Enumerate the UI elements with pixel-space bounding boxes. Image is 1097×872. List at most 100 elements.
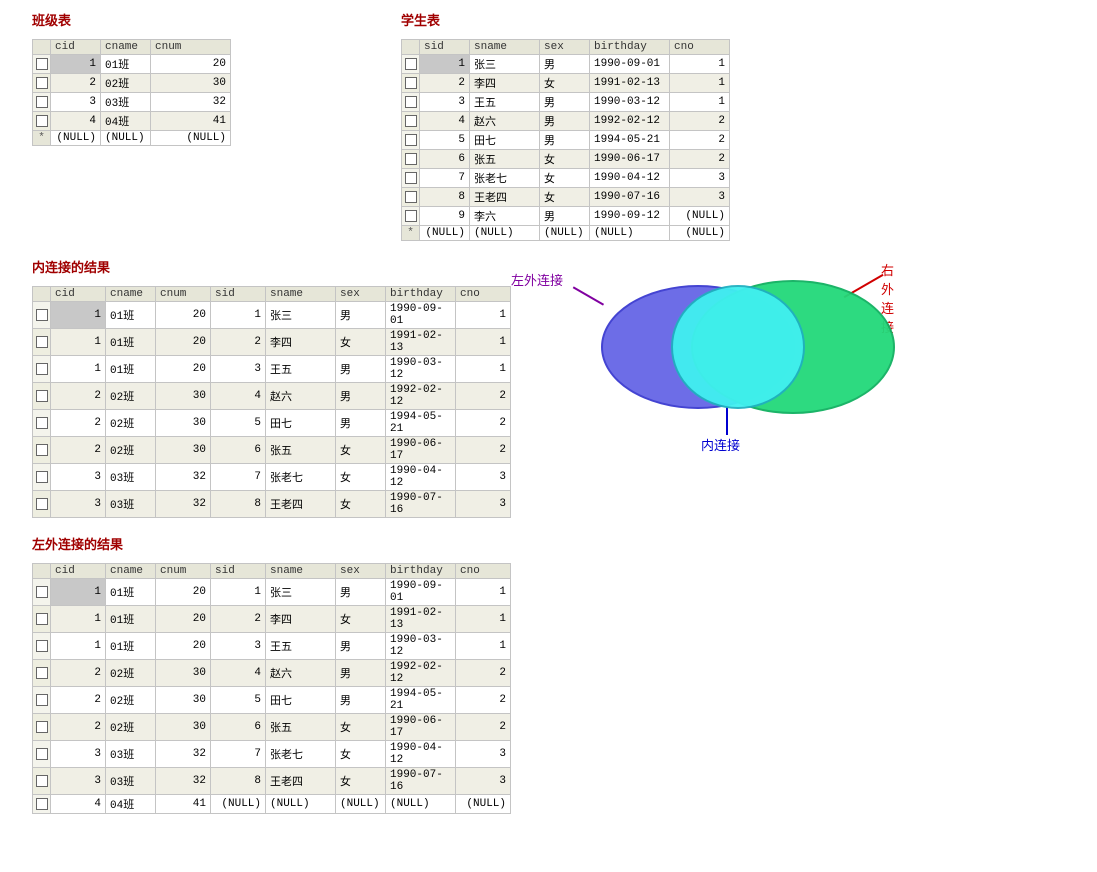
- row-checkbox[interactable]: [33, 74, 51, 93]
- table-row[interactable]: 303班32: [33, 93, 231, 112]
- cell-cnum: 30: [156, 437, 211, 464]
- cell-birthday: 1992-02-12: [386, 383, 456, 410]
- checkbox-icon: [36, 798, 48, 810]
- table-row[interactable]: 202班306张五女1990-06-172: [33, 714, 511, 741]
- table-row[interactable]: 202班305田七男1994-05-212: [33, 410, 511, 437]
- row-checkbox[interactable]: [402, 112, 420, 131]
- table-row[interactable]: 303班327张老七女1990-04-123: [33, 464, 511, 491]
- row-checkbox[interactable]: [33, 633, 51, 660]
- row-checkbox[interactable]: [33, 302, 51, 329]
- table-row[interactable]: 7张老七女1990-04-123: [402, 169, 730, 188]
- row-checkbox[interactable]: [33, 464, 51, 491]
- table-row[interactable]: 202班304赵六男1992-02-122: [33, 383, 511, 410]
- cell-sex: 男: [336, 383, 386, 410]
- row-checkbox[interactable]: [402, 55, 420, 74]
- checkbox-icon: [36, 115, 48, 127]
- cell-cid: 3: [51, 741, 106, 768]
- cell-cname: 01班: [106, 579, 156, 606]
- new-row-marker[interactable]: *: [402, 226, 420, 241]
- cell-cnum: 30: [156, 660, 211, 687]
- table-row[interactable]: 8王老四女1990-07-163: [402, 188, 730, 207]
- cell-cno: 3: [456, 491, 511, 518]
- row-checkbox[interactable]: [33, 491, 51, 518]
- table-row[interactable]: 4赵六男1992-02-122: [402, 112, 730, 131]
- new-row-marker[interactable]: *: [33, 131, 51, 146]
- cell-birthday: 1990-07-16: [386, 491, 456, 518]
- column-header: sid: [211, 564, 266, 579]
- row-checkbox[interactable]: [33, 329, 51, 356]
- table-row[interactable]: 303班328王老四女1990-07-163: [33, 768, 511, 795]
- row-checkbox[interactable]: [402, 131, 420, 150]
- row-checkbox[interactable]: [33, 579, 51, 606]
- table-row[interactable]: 1张三男1990-09-011: [402, 55, 730, 74]
- class-table-section: 班级表 cidcnamecnum101班20202班30303班32404班41…: [32, 8, 231, 241]
- cell-cno: 1: [670, 74, 730, 93]
- table-row[interactable]: 3王五男1990-03-121: [402, 93, 730, 112]
- table-row[interactable]: 5田七男1994-05-212: [402, 131, 730, 150]
- cell-cno: 2: [456, 410, 511, 437]
- cell-cno: 2: [670, 131, 730, 150]
- cell-sex: 男: [336, 410, 386, 437]
- cell-sid: 2: [211, 606, 266, 633]
- cell-birthday: 1990-09-01: [386, 579, 456, 606]
- table-row[interactable]: 303班327张老七女1990-04-123: [33, 741, 511, 768]
- table-row[interactable]: 101班20: [33, 55, 231, 74]
- cell-cid: 1: [51, 55, 101, 74]
- row-checkbox[interactable]: [33, 606, 51, 633]
- cell-birthday: 1990-03-12: [386, 633, 456, 660]
- row-checkbox[interactable]: [33, 383, 51, 410]
- row-checkbox[interactable]: [402, 169, 420, 188]
- table-row[interactable]: 202班304赵六男1992-02-122: [33, 660, 511, 687]
- cell-cno: 2: [456, 687, 511, 714]
- cell-cnum: 41: [156, 795, 211, 814]
- row-checkbox[interactable]: [33, 55, 51, 74]
- row-checkbox[interactable]: [33, 410, 51, 437]
- row-checkbox[interactable]: [402, 150, 420, 169]
- table-row[interactable]: 202班30: [33, 74, 231, 93]
- null-row[interactable]: *(NULL)(NULL)(NULL)(NULL)(NULL): [402, 226, 730, 241]
- cell-sex: 女: [336, 491, 386, 518]
- table-row[interactable]: 6张五女1990-06-172: [402, 150, 730, 169]
- row-checkbox[interactable]: [33, 660, 51, 687]
- row-checkbox[interactable]: [33, 93, 51, 112]
- checkbox-icon: [36, 640, 48, 652]
- row-checkbox[interactable]: [402, 93, 420, 112]
- table-row[interactable]: 101班201张三男1990-09-011: [33, 579, 511, 606]
- row-checkbox[interactable]: [402, 207, 420, 226]
- table-row[interactable]: 202班306张五女1990-06-172: [33, 437, 511, 464]
- row-checkbox[interactable]: [33, 437, 51, 464]
- row-checkbox[interactable]: [33, 741, 51, 768]
- cell-sname: 王五: [266, 356, 336, 383]
- table-row[interactable]: 202班305田七男1994-05-212: [33, 687, 511, 714]
- cell-birthday: 1990-09-12: [590, 207, 670, 226]
- null-row[interactable]: *(NULL)(NULL)(NULL): [33, 131, 231, 146]
- table-row[interactable]: 101班202李四女1991-02-131: [33, 606, 511, 633]
- cell-cnum: 20: [156, 633, 211, 660]
- row-checkbox[interactable]: [33, 112, 51, 131]
- venn-left-label: 左外连接: [511, 270, 563, 289]
- row-checkbox[interactable]: [402, 74, 420, 93]
- cell-cno: 1: [456, 329, 511, 356]
- table-row[interactable]: 101班201张三男1990-09-011: [33, 302, 511, 329]
- row-checkbox[interactable]: [402, 188, 420, 207]
- table-row[interactable]: 9李六男1990-09-12(NULL): [402, 207, 730, 226]
- table-row[interactable]: 404班41: [33, 112, 231, 131]
- row-checkbox[interactable]: [33, 795, 51, 814]
- checkbox-icon: [36, 694, 48, 706]
- table-row[interactable]: 101班202李四女1991-02-131: [33, 329, 511, 356]
- table-row[interactable]: 101班203王五男1990-03-121: [33, 356, 511, 383]
- cell-birthday: 1990-03-12: [386, 356, 456, 383]
- checkbox-icon: [36, 498, 48, 510]
- cell-cname: 01班: [106, 329, 156, 356]
- cell-sname: 赵六: [470, 112, 540, 131]
- cell-cno: 1: [456, 302, 511, 329]
- table-row[interactable]: 404班41(NULL)(NULL)(NULL)(NULL)(NULL): [33, 795, 511, 814]
- row-checkbox[interactable]: [33, 356, 51, 383]
- row-checkbox[interactable]: [33, 714, 51, 741]
- table-row[interactable]: 2李四女1991-02-131: [402, 74, 730, 93]
- cell-sname: 张老七: [266, 741, 336, 768]
- row-checkbox[interactable]: [33, 687, 51, 714]
- table-row[interactable]: 101班203王五男1990-03-121: [33, 633, 511, 660]
- table-row[interactable]: 303班328王老四女1990-07-163: [33, 491, 511, 518]
- row-checkbox[interactable]: [33, 768, 51, 795]
